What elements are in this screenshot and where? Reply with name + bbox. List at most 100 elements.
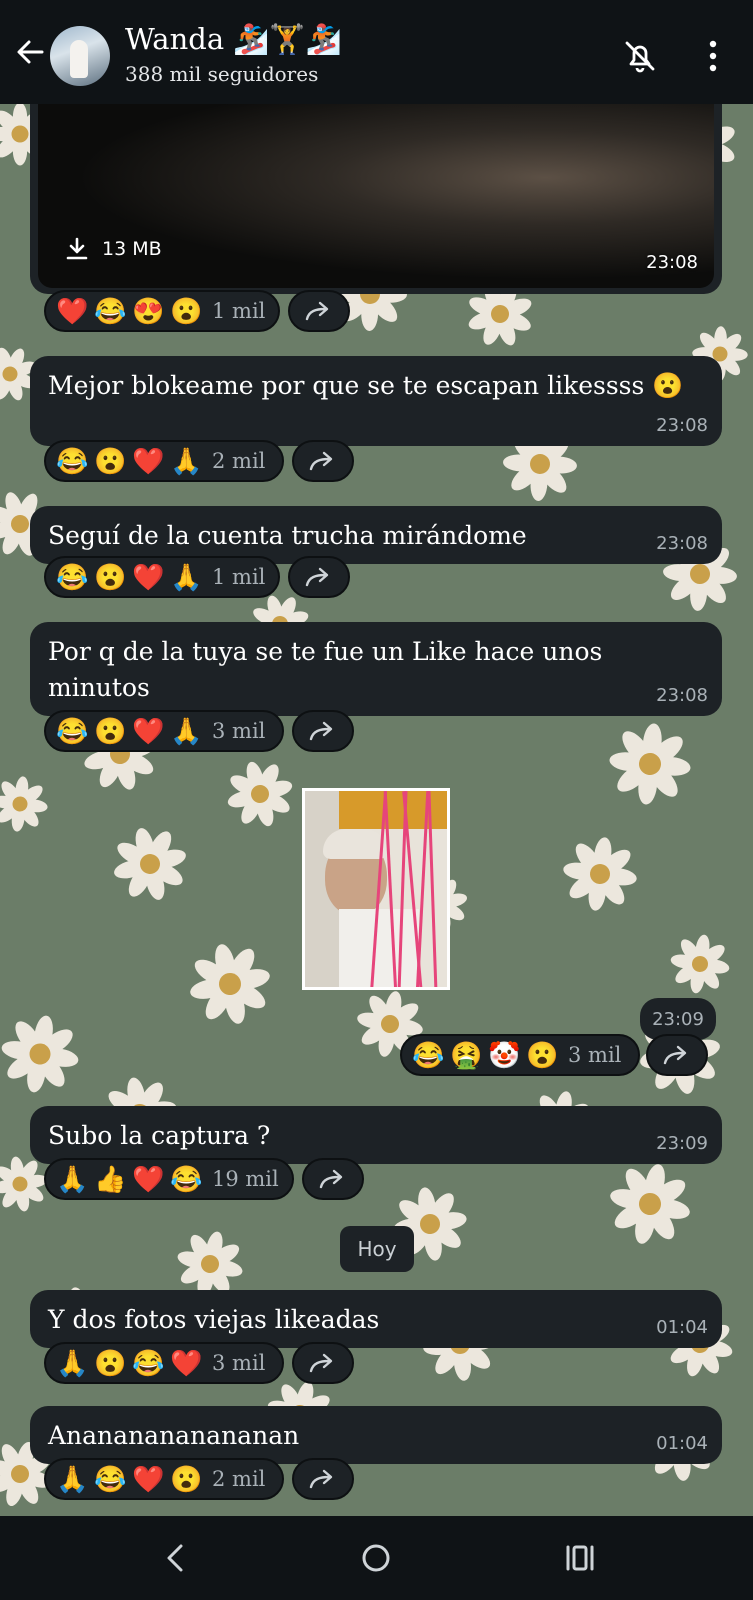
forward-button[interactable]: [288, 290, 350, 332]
reaction-emoji[interactable]: 😂: [94, 295, 126, 327]
message-bubble[interactable]: Anananananananan 01:04: [30, 1406, 722, 1464]
back-arrow-icon[interactable]: [14, 36, 46, 68]
message-text: Y dos fotos viejas likeadas: [48, 1305, 380, 1334]
reactions-bar[interactable]: 🙏 👍 ❤️ 😂 19 mil: [44, 1158, 294, 1200]
reaction-emoji[interactable]: 😂: [56, 445, 88, 477]
message-time: 01:04: [656, 1433, 708, 1454]
download-icon: [66, 237, 88, 260]
reaction-emoji[interactable]: 🤡: [488, 1039, 520, 1071]
reaction-emoji[interactable]: 😍: [132, 295, 164, 327]
forward-button[interactable]: [646, 1034, 708, 1076]
reactions-bar[interactable]: 😂 🤮 🤡 😮 3 mil: [400, 1034, 640, 1076]
message-text: Anananananananan: [48, 1421, 300, 1450]
reaction-emoji[interactable]: 😂: [412, 1039, 444, 1071]
reaction-emoji[interactable]: 😮: [94, 445, 126, 477]
reactions-bar[interactable]: 😂 😮 ❤️ 🙏 3 mil: [44, 710, 284, 752]
reaction-count: 3 mil: [568, 1043, 622, 1067]
forward-icon: [663, 1045, 687, 1065]
reaction-count: 2 mil: [212, 449, 266, 473]
reaction-emoji[interactable]: ❤️: [132, 561, 164, 593]
message-time: 23:08: [646, 252, 698, 273]
reactions-bar[interactable]: 🙏 😮 😂 ❤️ 3 mil: [44, 1342, 284, 1384]
reaction-emoji[interactable]: 👍: [94, 1163, 126, 1195]
message-bubble[interactable]: Subo la captura ? 23:09: [30, 1106, 722, 1164]
forward-icon: [309, 1353, 333, 1373]
video-message[interactable]: 13 MB 23:08: [30, 104, 722, 294]
reaction-emoji[interactable]: 🙏: [56, 1347, 88, 1379]
reaction-count: 1 mil: [212, 299, 266, 323]
system-navigation-bar: [0, 1516, 753, 1600]
reaction-emoji[interactable]: ❤️: [132, 1163, 164, 1195]
reactions-bar[interactable]: 🙏 😂 ❤️ 😮 2 mil: [44, 1458, 284, 1500]
forward-icon: [309, 721, 333, 741]
daisy-decoration: [1, 1015, 79, 1093]
reaction-emoji[interactable]: 😮: [526, 1039, 558, 1071]
message-text: Por q de la tuya se te fue un Like hace …: [48, 637, 603, 702]
reaction-emoji[interactable]: 😮: [94, 561, 126, 593]
download-button[interactable]: 13 MB: [64, 236, 162, 262]
message-bubble[interactable]: Mejor blokeame por que se te escapan lik…: [30, 356, 722, 446]
reaction-emoji[interactable]: 😂: [170, 1163, 202, 1195]
reaction-emoji[interactable]: ❤️: [56, 295, 88, 327]
reaction-emoji[interactable]: 😂: [94, 1463, 126, 1495]
reaction-emoji[interactable]: 😮: [170, 295, 202, 327]
reaction-emoji[interactable]: 😮: [170, 1463, 202, 1495]
daisy-decoration: [0, 776, 48, 832]
reactions-bar[interactable]: ❤️ 😂 😍 😮 1 mil: [44, 290, 280, 332]
forward-icon: [309, 1469, 333, 1489]
avatar[interactable]: [50, 26, 110, 86]
reaction-emoji[interactable]: ❤️: [170, 1347, 202, 1379]
reaction-emoji[interactable]: 🙏: [170, 445, 202, 477]
sticker-image[interactable]: [302, 788, 450, 990]
nav-back-icon[interactable]: [156, 1538, 196, 1578]
bell-off-icon[interactable]: [622, 38, 658, 74]
forward-button[interactable]: [288, 556, 350, 598]
forward-button[interactable]: [292, 710, 354, 752]
chat-header: Wanda 🏂🏋🏂 388 mil seguidores: [0, 0, 753, 104]
daisy-decoration: [114, 828, 186, 900]
reaction-emoji[interactable]: ❤️: [132, 1463, 164, 1495]
reaction-emoji[interactable]: 😮: [94, 1347, 126, 1379]
forward-icon: [305, 301, 329, 321]
reaction-emoji[interactable]: ❤️: [132, 445, 164, 477]
reaction-count: 1 mil: [212, 565, 266, 589]
message-bubble[interactable]: Por q de la tuya se te fue un Like hace …: [30, 622, 722, 716]
forward-button[interactable]: [292, 1342, 354, 1384]
daisy-decoration: [563, 837, 637, 911]
daisy-decoration: [609, 723, 691, 805]
forward-button[interactable]: [302, 1158, 364, 1200]
reaction-count: 19 mil: [212, 1167, 279, 1191]
date-separator: Hoy: [340, 1226, 414, 1272]
message-text: Seguí de la cuenta trucha mirándome: [48, 521, 527, 550]
reaction-count: 3 mil: [212, 1351, 266, 1375]
message-time: 23:09: [656, 1133, 708, 1154]
nav-recents-icon[interactable]: [560, 1538, 600, 1578]
reaction-emoji[interactable]: 🙏: [170, 561, 202, 593]
reaction-emoji[interactable]: 😂: [132, 1347, 164, 1379]
reactions-bar[interactable]: 😂 😮 ❤️ 🙏 1 mil: [44, 556, 280, 598]
message-time: 23:08: [656, 415, 708, 436]
daisy-decoration: [227, 761, 293, 827]
message-text: Subo la captura ?: [48, 1121, 271, 1150]
reaction-emoji[interactable]: 🙏: [56, 1463, 88, 1495]
more-vertical-icon[interactable]: [706, 38, 720, 74]
reaction-emoji[interactable]: 😂: [56, 561, 88, 593]
reaction-emoji[interactable]: 🙏: [170, 715, 202, 747]
message-time: 23:08: [656, 533, 708, 554]
reaction-emoji[interactable]: 🙏: [56, 1163, 88, 1195]
reaction-emoji[interactable]: 😮: [94, 715, 126, 747]
reaction-emoji[interactable]: 😂: [56, 715, 88, 747]
nav-home-icon[interactable]: [356, 1538, 396, 1578]
reaction-emoji[interactable]: 🤮: [450, 1039, 482, 1071]
reactions-bar[interactable]: 😂 😮 ❤️ 🙏 2 mil: [44, 440, 284, 482]
channel-title[interactable]: Wanda 🏂🏋🏂: [125, 22, 342, 57]
forward-icon: [319, 1169, 343, 1189]
reaction-emoji[interactable]: ❤️: [132, 715, 164, 747]
follower-count: 388 mil seguidores: [125, 62, 319, 86]
reaction-count: 2 mil: [212, 1467, 266, 1491]
forward-icon: [305, 567, 329, 587]
forward-button[interactable]: [292, 440, 354, 482]
message-bubble[interactable]: Y dos fotos viejas likeadas 01:04: [30, 1290, 722, 1348]
message-time: 01:04: [656, 1317, 708, 1338]
forward-button[interactable]: [292, 1458, 354, 1500]
